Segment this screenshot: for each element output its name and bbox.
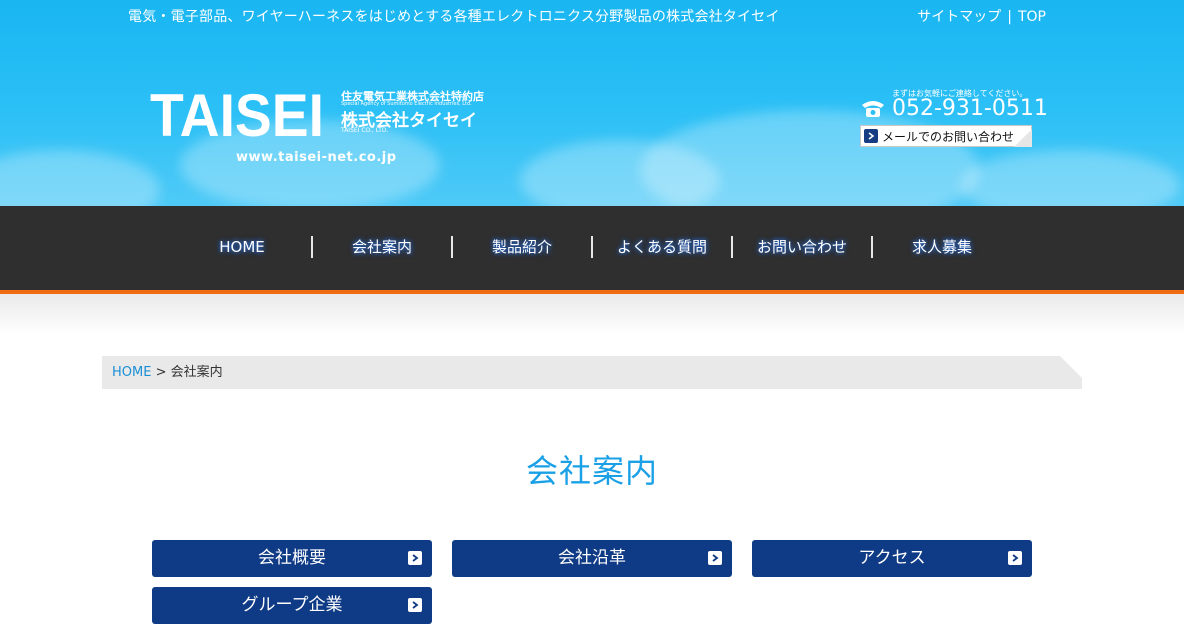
breadcrumb: HOME > 会社案内 — [102, 356, 1082, 389]
top-links: サイトマップ | TOP — [917, 6, 1046, 26]
cloud-decoration — [0, 150, 160, 206]
sitemap-link[interactable]: サイトマップ — [917, 6, 1001, 26]
cloud-decoration — [960, 150, 1180, 206]
site-url: www.taisei-net.co.jp — [236, 150, 397, 165]
nav-item-faq[interactable]: よくある質問 — [592, 233, 732, 261]
section-button-label: グループ企業 — [241, 595, 343, 615]
section-button-access[interactable]: アクセス — [752, 540, 1032, 577]
nav-item-products[interactable]: 製品紹介 — [452, 233, 592, 261]
breadcrumb-home-link[interactable]: HOME — [112, 365, 151, 380]
mail-contact-label: メールでのお問い合わせ — [882, 129, 1015, 144]
arrow-right-icon — [864, 129, 878, 143]
link-separator: | — [1007, 9, 1012, 25]
brand-company-name-en: TAISEI CO., LTD. — [341, 127, 389, 134]
section-button-group-companies[interactable]: グループ企業 — [152, 587, 432, 624]
nav-shadow — [0, 294, 1184, 334]
section-button-company-overview[interactable]: 会社概要 — [152, 540, 432, 577]
breadcrumb-separator: > — [155, 365, 167, 380]
chevron-right-icon — [408, 598, 422, 612]
chevron-right-icon — [408, 551, 422, 565]
chevron-right-icon — [1008, 551, 1022, 565]
page-curl-decoration — [1014, 129, 1032, 147]
taisei-logo-mark: TAISEI — [150, 86, 324, 142]
section-button-label: 会社概要 — [258, 548, 326, 568]
taisei-logo[interactable]: TAISEI — [150, 86, 326, 142]
nav-item-company[interactable]: 会社案内 — [312, 233, 452, 261]
breadcrumb-current: 会社案内 — [170, 365, 223, 380]
phone-number: 052-931-0511 — [860, 96, 1048, 121]
nav-item-contact[interactable]: お問い合わせ — [732, 233, 872, 261]
page-title: 会社案内 — [525, 452, 658, 490]
top-link[interactable]: TOP — [1018, 9, 1046, 25]
chevron-right-icon — [708, 551, 722, 565]
phone-number-text: 052-931-0511 — [892, 96, 1048, 121]
section-button-label: 会社沿革 — [558, 548, 626, 568]
logo-text: TAISEI — [150, 86, 324, 142]
nav-item-home[interactable]: HOME — [172, 233, 312, 261]
section-button-history[interactable]: 会社沿革 — [452, 540, 732, 577]
section-button-label: アクセス — [858, 548, 926, 568]
main-nav: HOME 会社案内 製品紹介 よくある質問 お問い合わせ 求人募集 — [0, 206, 1184, 292]
phone-icon — [862, 100, 884, 117]
site-tagline: 電気・電子部品、ワイヤーハーネスをはじめとする各種エレクトロニクス分野製品の株式… — [128, 9, 780, 25]
nav-item-recruit[interactable]: 求人募集 — [872, 233, 1012, 261]
site-header: 電気・電子部品、ワイヤーハーネスをはじめとする各種エレクトロニクス分野製品の株式… — [0, 0, 1184, 206]
mail-contact-button[interactable]: メールでのお問い合わせ — [860, 125, 1032, 147]
